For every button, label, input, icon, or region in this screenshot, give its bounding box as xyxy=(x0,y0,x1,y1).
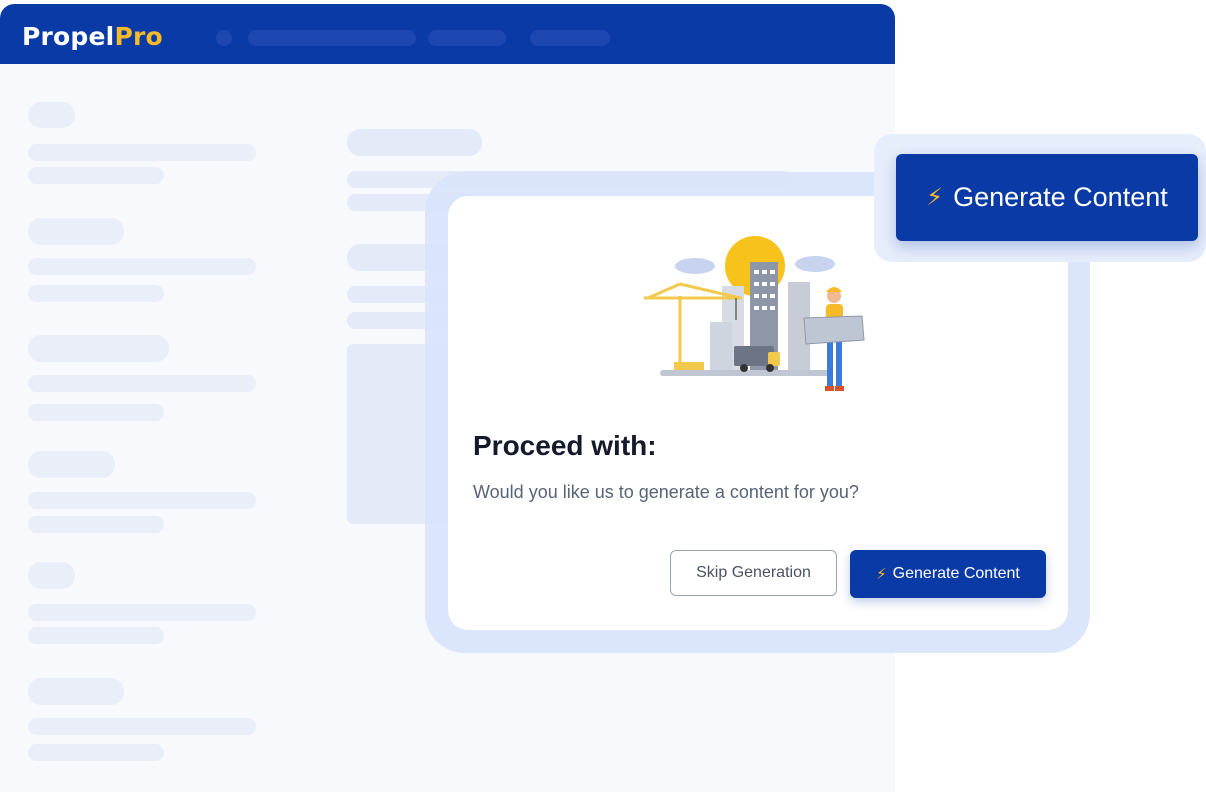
skeleton-chip xyxy=(28,678,124,705)
nav-item-placeholder xyxy=(248,30,416,46)
dialog-title: Proceed with: xyxy=(473,430,657,461)
skeleton-heading xyxy=(347,129,482,156)
skip-generation-label: Skip Generation xyxy=(696,564,811,581)
skeleton-line xyxy=(28,285,164,302)
skeleton-line xyxy=(28,492,256,509)
skeleton-chip xyxy=(28,102,75,128)
skeleton-line xyxy=(28,627,164,644)
skeleton-chip xyxy=(28,451,115,478)
skip-generation-button[interactable]: Skip Generation xyxy=(670,550,837,596)
generate-content-callout-button[interactable]: ⚡︎ Generate Content xyxy=(896,154,1198,241)
skeleton-chip xyxy=(28,335,169,362)
generate-content-label: Generate Content xyxy=(892,565,1020,582)
skeleton-line xyxy=(28,167,164,184)
generate-content-callout-label: Generate Content xyxy=(953,182,1168,212)
brand-name-part1: Propel xyxy=(22,22,115,51)
skeleton-line xyxy=(28,404,164,421)
skeleton-line xyxy=(28,604,256,621)
nav-item-placeholder xyxy=(530,30,610,46)
skeleton-line xyxy=(28,718,256,735)
lightning-bolt-icon: ⚡︎ xyxy=(926,184,944,211)
nav-dot-placeholder xyxy=(216,30,232,46)
skeleton-line xyxy=(28,258,256,275)
nav-item-placeholder xyxy=(428,30,506,46)
lightning-bolt-icon: ⚡︎ xyxy=(876,566,887,583)
construction-site-illustration xyxy=(644,236,865,391)
brand-name-part2: Pro xyxy=(114,22,163,51)
skeleton-line xyxy=(28,144,256,161)
skeleton-line xyxy=(28,516,164,533)
generate-content-button[interactable]: ⚡︎ Generate Content xyxy=(850,550,1046,598)
dialog-message: Would you like us to generate a content … xyxy=(473,482,859,502)
skeleton-chip xyxy=(28,562,75,589)
brand-logo[interactable]: PropelPro xyxy=(22,22,163,51)
skeleton-line xyxy=(28,375,256,392)
skeleton-line xyxy=(28,744,164,761)
top-navigation-bar: PropelPro xyxy=(0,4,895,64)
skeleton-chip xyxy=(28,218,124,245)
